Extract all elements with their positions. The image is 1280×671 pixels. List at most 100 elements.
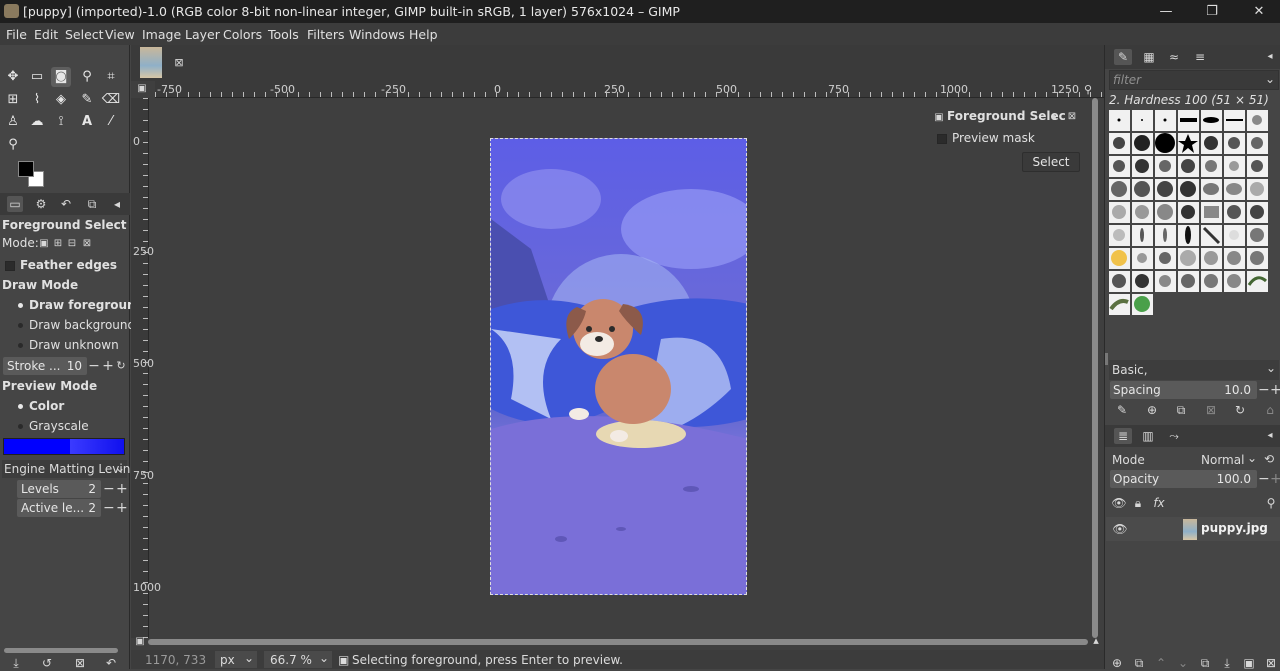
collapse-icon[interactable]: ▴ <box>1049 109 1059 125</box>
navigate-icon[interactable]: ▣ <box>133 634 147 650</box>
smudge-tool-icon[interactable]: ☁ <box>27 112 47 132</box>
brush-swatch[interactable] <box>1109 271 1130 292</box>
stroke-increase-icon[interactable]: + <box>102 358 114 374</box>
brush-swatch[interactable] <box>1132 248 1153 269</box>
brush-swatch[interactable] <box>1201 271 1222 292</box>
brush-swatch[interactable] <box>1224 248 1245 269</box>
active-levels-decrease-icon[interactable]: − <box>103 500 115 516</box>
brush-swatch[interactable] <box>1155 156 1176 177</box>
expand-icon[interactable]: ▴ <box>1089 633 1103 649</box>
brush-swatch[interactable] <box>1247 133 1268 154</box>
menu-colors[interactable]: Colors <box>223 27 262 42</box>
patterns-tab-icon[interactable]: ▦ <box>1140 49 1158 65</box>
brush-swatch[interactable] <box>1109 225 1130 246</box>
brush-swatch[interactable] <box>1132 156 1153 177</box>
zoom-tool-icon[interactable]: ⚲ <box>3 135 23 155</box>
foreground-color-swatch[interactable] <box>18 161 34 177</box>
mask-color-button[interactable] <box>3 438 125 455</box>
undo-history-tab-icon[interactable]: ↶ <box>58 196 74 212</box>
menu-windows[interactable]: Windows <box>349 27 405 42</box>
brush-swatch[interactable] <box>1178 248 1199 269</box>
bucket-fill-tool-icon[interactable]: ◈ <box>51 90 71 110</box>
toolbox-scrollbar[interactable] <box>4 648 118 653</box>
dialog-close-icon[interactable]: ⊠ <box>1067 109 1077 125</box>
brush-swatch[interactable] <box>1201 156 1222 177</box>
brush-swatch[interactable] <box>1109 133 1130 154</box>
brush-swatch[interactable] <box>1109 110 1130 131</box>
preview-color-radio[interactable]: Color <box>18 399 64 413</box>
brush-swatch[interactable] <box>1178 271 1199 292</box>
spacing-decrease-icon[interactable]: − <box>1258 382 1270 398</box>
new-brush-icon[interactable]: ⊕ <box>1144 402 1160 418</box>
canvas-image[interactable] <box>490 138 747 595</box>
brush-swatch[interactable] <box>1155 133 1176 154</box>
refresh-brushes-icon[interactable]: ↻ <box>1232 402 1248 418</box>
duplicate-brush-icon[interactable]: ⧉ <box>1173 402 1189 418</box>
close-button[interactable]: ✕ <box>1244 2 1274 21</box>
edit-brush-icon[interactable]: ✎ <box>1114 402 1130 418</box>
opacity-increase-icon[interactable]: + <box>1270 471 1280 487</box>
feather-edges-checkbox[interactable]: Feather edges <box>5 258 117 272</box>
brush-swatch[interactable] <box>1155 271 1176 292</box>
draw-foreground-radio[interactable]: Draw foreground <box>18 298 144 312</box>
levels-spinner[interactable]: Levels 2 <box>17 480 101 498</box>
mode-subtract-icon[interactable]: ⊟ <box>66 236 78 252</box>
brush-swatch[interactable] <box>1178 225 1199 246</box>
brushes-tab-icon[interactable]: ✎ <box>1114 49 1132 65</box>
layer-row[interactable]: 👁 puppy.jpg <box>1106 517 1280 541</box>
brush-swatch[interactable] <box>1155 179 1176 200</box>
layer-mode-switch-icon[interactable]: ⟲ <box>1260 451 1278 467</box>
brush-swatch[interactable] <box>1224 179 1245 200</box>
brush-swatch[interactable] <box>1109 156 1130 177</box>
vertical-scrollbar[interactable] <box>1092 98 1098 638</box>
image-tab-thumbnail[interactable] <box>140 47 162 78</box>
clone-tool-icon[interactable]: ♙ <box>3 112 23 132</box>
maximize-button[interactable]: ❐ <box>1197 2 1227 21</box>
brush-swatch[interactable] <box>1247 156 1268 177</box>
images-tab-icon[interactable]: ⧉ <box>84 196 100 212</box>
brush-swatch[interactable] <box>1155 248 1176 269</box>
menu-layer[interactable]: Layer <box>185 27 220 42</box>
fuzzy-select-tool-icon[interactable]: ⚲ <box>77 67 97 87</box>
layers-tab-icon[interactable]: ≣ <box>1114 428 1132 444</box>
menu-help[interactable]: Help <box>409 27 438 42</box>
brush-swatch[interactable] <box>1132 110 1153 131</box>
draw-unknown-radio[interactable]: Draw unknown <box>18 338 119 352</box>
eye-icon[interactable]: 👁 <box>1112 521 1128 537</box>
brush-swatch[interactable] <box>1224 225 1245 246</box>
delete-brush-icon[interactable]: ⊠ <box>1203 402 1219 418</box>
brush-swatch[interactable] <box>1201 225 1222 246</box>
fonts-tab-icon[interactable]: ≈ <box>1165 49 1183 65</box>
menu-view[interactable]: View <box>105 27 135 42</box>
brush-swatch[interactable] <box>1178 110 1199 131</box>
menu-file[interactable]: File <box>6 27 27 42</box>
brush-swatch[interactable] <box>1178 156 1199 177</box>
open-brush-folder-icon[interactable]: ⌂ <box>1262 402 1278 418</box>
brush-swatch[interactable] <box>1178 202 1199 223</box>
engine-dropdown[interactable]: Engine Matting Levin ⌄ <box>2 460 130 478</box>
stroke-width-spinner[interactable]: Stroke ... 10 <box>3 357 87 375</box>
brush-swatch[interactable] <box>1109 202 1130 223</box>
unified-transform-tool-icon[interactable]: ⊞ <box>3 90 23 110</box>
spacing-spinner[interactable]: Spacing 10.0 <box>1110 381 1257 399</box>
brush-preset-dropdown[interactable]: Basic, ⌄ <box>1109 360 1279 380</box>
brush-swatch[interactable] <box>1247 110 1268 131</box>
move-tool-icon[interactable]: ✥ <box>3 67 23 87</box>
menu-edit[interactable]: Edit <box>34 27 58 42</box>
brush-swatch[interactable] <box>1178 179 1199 200</box>
menu-image[interactable]: Image <box>142 27 181 42</box>
menu-tools[interactable]: Tools <box>268 27 299 42</box>
search-icon[interactable]: ⚲ <box>1263 495 1279 511</box>
brush-swatch[interactable] <box>1201 248 1222 269</box>
brush-swatch[interactable] <box>1132 133 1153 154</box>
layer-mode-dropdown[interactable]: Mode Normal ⌄ <box>1109 450 1257 470</box>
zoom-icon[interactable]: ⚲ <box>1080 82 1096 98</box>
levels-decrease-icon[interactable]: − <box>103 481 115 497</box>
spacing-increase-icon[interactable]: + <box>1270 382 1280 398</box>
brush-swatch[interactable] <box>1247 225 1268 246</box>
dock-menu-icon[interactable]: ◂ <box>1263 49 1277 65</box>
brush-swatch[interactable] <box>1109 179 1130 200</box>
brush-swatch[interactable] <box>1132 225 1153 246</box>
brush-swatch[interactable] <box>1247 271 1268 292</box>
foreground-select-tool-icon[interactable]: ◙ <box>51 67 71 87</box>
